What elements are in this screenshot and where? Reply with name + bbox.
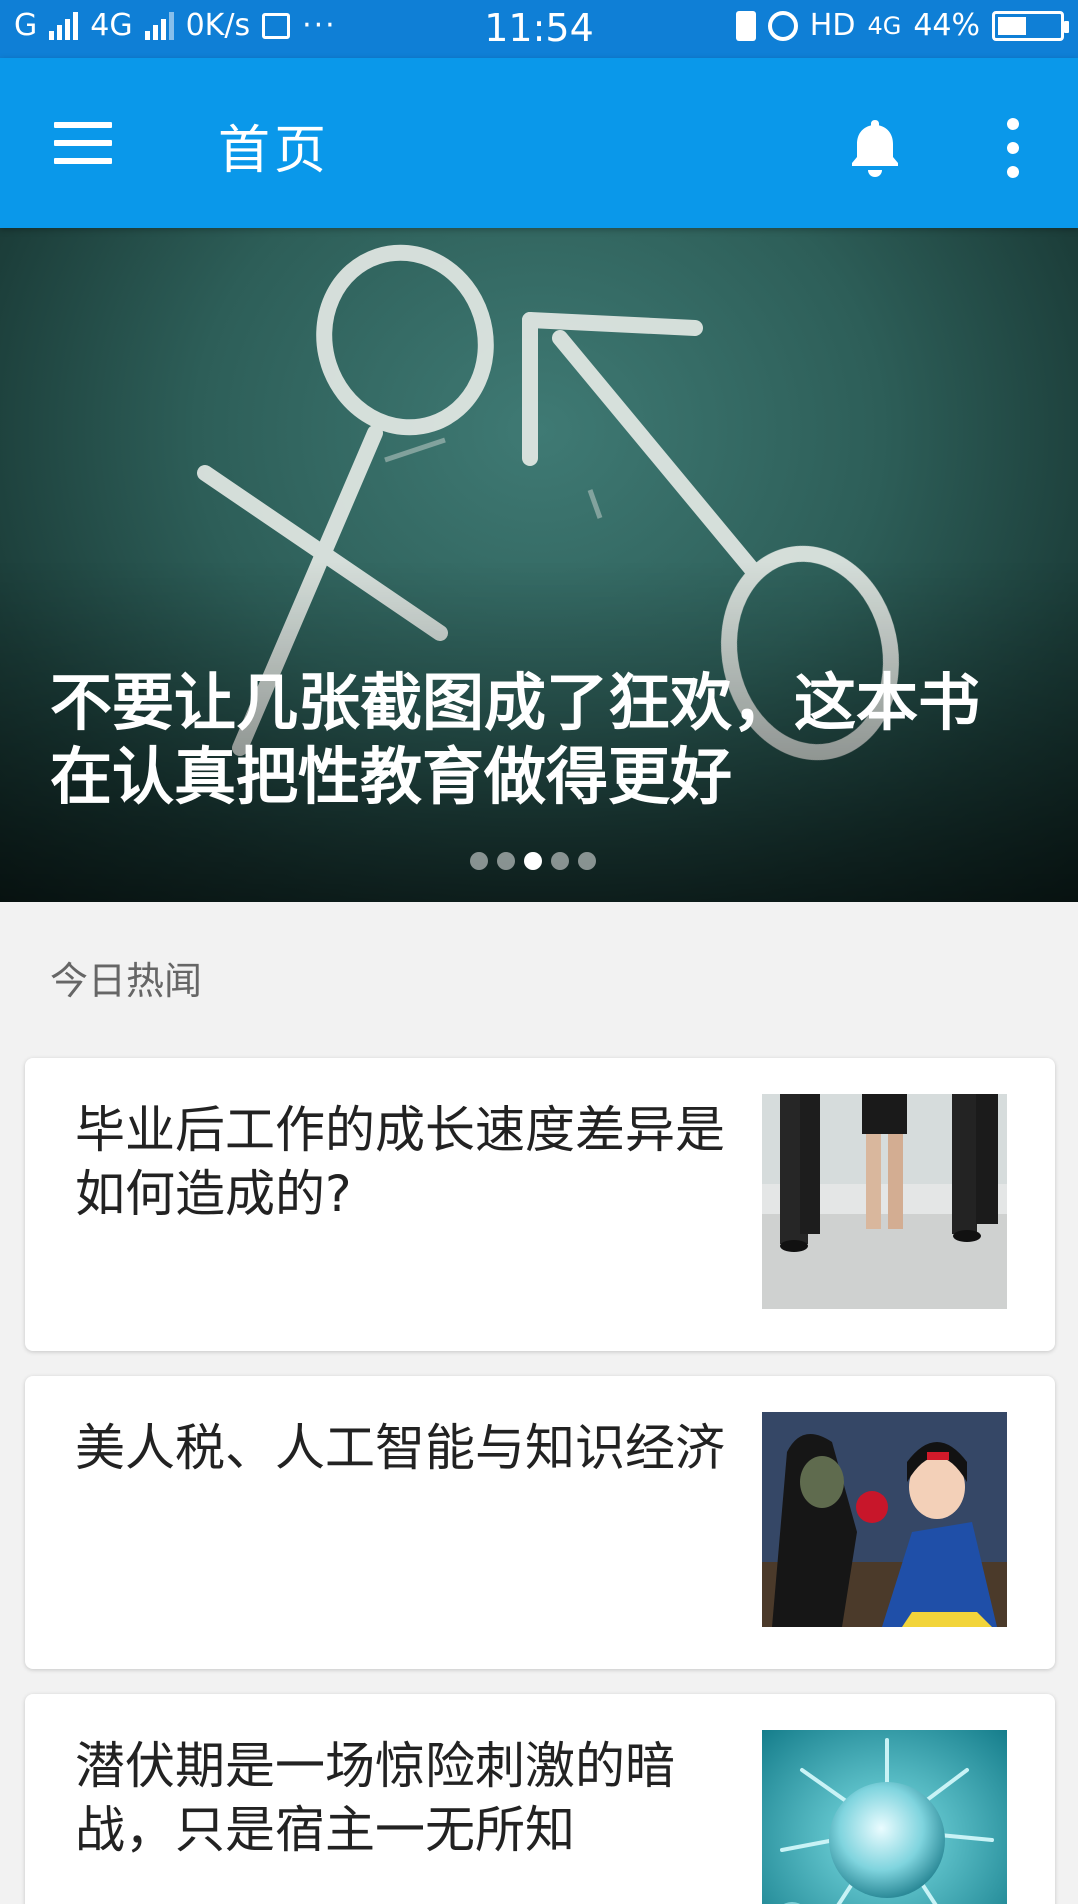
- article-title: 潜伏期是一场惊险刺激的暗战，只是宿主一无所知: [75, 1737, 675, 1859]
- article-thumbnail: [762, 1094, 1007, 1309]
- article-thumbnail: [762, 1412, 1007, 1627]
- page-title: 首页: [218, 121, 331, 181]
- status-bar: G 4G 0K/s ··· 11:54 HD 4G 44%: [0, 0, 1078, 58]
- article-title: 美人税、人工智能与知识经济: [75, 1419, 725, 1477]
- article-card[interactable]: 美人税、人工智能与知识经济: [25, 1376, 1055, 1669]
- battery-saver-icon: [735, 10, 756, 41]
- alarm-icon: [767, 10, 798, 41]
- carousel-dot[interactable]: [551, 852, 569, 870]
- menu-button[interactable]: [54, 118, 114, 166]
- more-vert-icon: [1007, 118, 1019, 130]
- hd-label: HD: [809, 8, 856, 43]
- network-type-3: 4G: [867, 11, 902, 40]
- article-thumbnail: [762, 1730, 1007, 1904]
- notifications-button[interactable]: [842, 114, 908, 180]
- bell-icon: [852, 120, 898, 177]
- article-title: 毕业后工作的成长速度差异是如何造成的?: [75, 1101, 725, 1223]
- article-card[interactable]: 毕业后工作的成长速度差异是如何造成的?: [25, 1058, 1055, 1351]
- section-label: 今日热闻: [50, 959, 203, 1003]
- more-options-button[interactable]: [998, 116, 1028, 180]
- app-bar: 首页: [0, 58, 1078, 228]
- hamburger-icon: [54, 122, 112, 128]
- status-right: HD 4G 44%: [735, 8, 1069, 43]
- carousel-dot[interactable]: [470, 852, 488, 870]
- carousel-dot-active[interactable]: [524, 852, 542, 870]
- banner-title: 不要让几张截图成了狂欢，这本书在认真把性教育做得更好: [50, 666, 981, 813]
- carousel-dot[interactable]: [578, 852, 596, 870]
- battery-icon: [992, 10, 1069, 41]
- article-card[interactable]: 潜伏期是一场惊险刺激的暗战，只是宿主一无所知: [25, 1694, 1055, 1904]
- carousel-dot[interactable]: [497, 852, 515, 870]
- battery-percent: 44%: [913, 8, 980, 43]
- featured-banner[interactable]: 不要让几张截图成了狂欢，这本书在认真把性教育做得更好: [0, 228, 1078, 902]
- carousel-indicator: [470, 852, 596, 870]
